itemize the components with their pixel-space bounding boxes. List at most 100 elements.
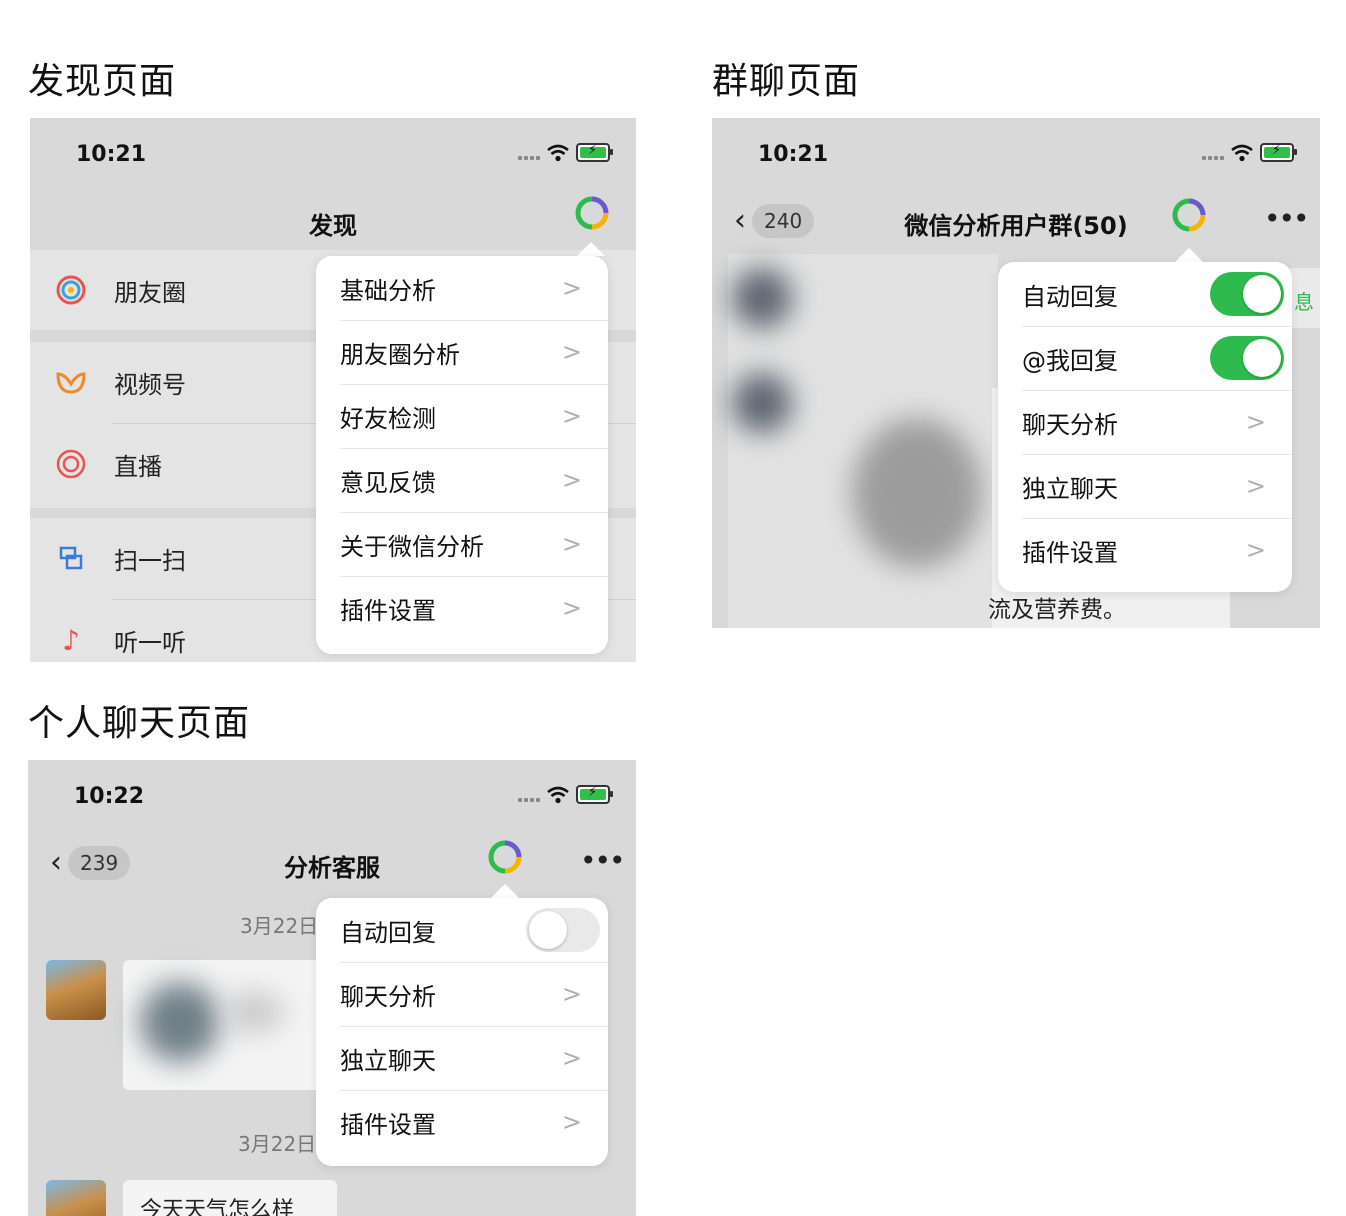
menu-item-label: 聊天分析 — [1022, 410, 1118, 439]
menu-item-label: 好友检测 — [340, 404, 436, 433]
chevron-right-icon: > — [1245, 536, 1266, 564]
menu-item-label: 自动回复 — [340, 918, 436, 947]
blurred-image — [140, 982, 220, 1062]
menu-item-feedback[interactable]: 意见反馈 > — [316, 448, 608, 512]
status-time: 10:21 — [758, 142, 829, 167]
menu-item-at-reply[interactable]: @我回复 — [998, 326, 1292, 390]
blurred-avatar — [732, 373, 792, 433]
nav-bar: ‹ 240 微信分析用户群(50) ••• — [712, 188, 1320, 250]
menu-item-chat-analysis[interactable]: 聊天分析 > — [998, 390, 1292, 454]
battery-icon: ⚡ — [1260, 143, 1297, 162]
page-title: 发现 — [309, 212, 357, 240]
discover-screenshot: 10:21 ⚡ 发现 朋友圈 视频号 直播 扫一扫 ♪ 听一听 基础分析 > 朋… — [30, 118, 636, 662]
status-bar: 10:22 ⚡ — [28, 760, 636, 830]
wifi-icon — [1231, 144, 1253, 161]
battery-icon: ⚡ — [576, 785, 613, 804]
menu-item-auto-reply[interactable]: 自动回复 — [998, 262, 1292, 326]
chevron-right-icon: > — [561, 594, 582, 622]
plugin-icon[interactable] — [575, 196, 609, 230]
more-icon[interactable]: ••• — [1264, 202, 1310, 235]
menu-item-standalone-chat[interactable]: 独立聊天 > — [998, 454, 1292, 518]
menu-item-about[interactable]: 关于微信分析 > — [316, 512, 608, 576]
chevron-right-icon: > — [561, 1044, 582, 1072]
chevron-right-icon: > — [561, 530, 582, 558]
auto-reply-toggle[interactable] — [1210, 272, 1284, 316]
menu-item-chat-analysis[interactable]: 聊天分析 > — [316, 962, 608, 1026]
signal-icon — [518, 788, 540, 802]
row-label: 扫一扫 — [114, 546, 186, 575]
discover-row-listen[interactable]: ♪ 听一听 — [30, 600, 186, 662]
menu-caret — [491, 884, 519, 898]
menu-item-label: 意见反馈 — [340, 468, 436, 497]
personal-screenshot: 10:22 ⚡ ‹ 239 分析客服 ••• 3月22日 3月22日 今天天气怎… — [28, 760, 636, 1216]
signal-icon — [518, 146, 540, 160]
status-icons: ⚡ — [518, 785, 613, 804]
auto-reply-toggle[interactable] — [526, 908, 600, 952]
wifi-icon — [547, 786, 569, 803]
nav-bar: ‹ 239 分析客服 ••• — [28, 830, 636, 892]
nav-bar: 发现 — [30, 188, 636, 250]
status-icons: ⚡ — [1202, 143, 1297, 162]
menu-caret — [577, 242, 605, 256]
discover-row-moments[interactable]: 朋友圈 — [30, 250, 186, 330]
channels-icon — [54, 365, 88, 399]
row-label: 直播 — [114, 452, 162, 481]
menu-item-label: 自动回复 — [1022, 282, 1118, 311]
signal-icon — [1202, 146, 1224, 160]
status-time: 10:21 — [76, 142, 147, 167]
menu-item-friend-check[interactable]: 好友检测 > — [316, 384, 608, 448]
chevron-right-icon: > — [561, 980, 582, 1008]
section-title-group: 群聊页面 — [712, 61, 861, 102]
status-time: 10:22 — [74, 784, 145, 809]
menu-item-label: 朋友圈分析 — [340, 340, 460, 369]
menu-item-plugin-settings[interactable]: 插件设置 > — [316, 576, 608, 640]
status-icons: ⚡ — [518, 143, 613, 162]
blurred-image — [852, 418, 982, 568]
plugin-menu: 自动回复 @我回复 聊天分析 > 独立聊天 > 插件设置 > — [998, 262, 1292, 592]
blurred-text — [224, 992, 284, 1032]
discover-row-channels[interactable]: 视频号 — [30, 342, 186, 422]
message-text: 流及营养费。 — [988, 597, 1126, 623]
menu-item-label: 独立聊天 — [1022, 474, 1118, 503]
blurred-avatar — [732, 268, 792, 328]
discover-row-scan[interactable]: 扫一扫 — [30, 518, 186, 598]
plugin-icon[interactable] — [488, 840, 522, 874]
chevron-right-icon: > — [561, 338, 582, 366]
date-label: 3月22日 — [240, 914, 319, 938]
row-label: 朋友圈 — [114, 278, 186, 307]
music-icon: ♪ — [62, 623, 80, 657]
menu-item-plugin-settings[interactable]: 插件设置 > — [998, 518, 1292, 582]
menu-item-plugin-settings[interactable]: 插件设置 > — [316, 1090, 608, 1154]
plugin-icon[interactable] — [1172, 198, 1206, 232]
avatar — [46, 1180, 106, 1216]
menu-item-label: 插件设置 — [340, 596, 436, 625]
more-icon[interactable]: ••• — [580, 844, 626, 877]
at-reply-toggle[interactable] — [1210, 336, 1284, 380]
row-label: 听一听 — [114, 628, 186, 657]
menu-item-label: 独立聊天 — [340, 1046, 436, 1075]
menu-item-label: 关于微信分析 — [340, 532, 484, 561]
plugin-menu: 基础分析 > 朋友圈分析 > 好友检测 > 意见反馈 > 关于微信分析 > 插件设置 > — [316, 256, 608, 654]
row-label: 视频号 — [114, 370, 186, 399]
chevron-right-icon: > — [1245, 408, 1266, 436]
plugin-menu: 自动回复 聊天分析 > 独立聊天 > 插件设置 > — [316, 898, 608, 1166]
group-screenshot: 10:21 ⚡ ‹ 240 微信分析用户群(50) ••• 流及营养费。 息 自… — [712, 118, 1320, 628]
chevron-right-icon: > — [561, 274, 582, 302]
menu-item-label: 插件设置 — [1022, 538, 1118, 567]
page-title: 微信分析用户群(50) — [904, 212, 1128, 240]
discover-row-live[interactable]: 直播 — [30, 424, 162, 504]
chevron-right-icon: > — [1245, 472, 1266, 500]
menu-item-standalone-chat[interactable]: 独立聊天 > — [316, 1026, 608, 1090]
menu-item-label: 基础分析 — [340, 276, 436, 305]
menu-item-moments-analysis[interactable]: 朋友圈分析 > — [316, 320, 608, 384]
message-text: 今天天气怎么样 — [140, 1198, 295, 1216]
menu-item-basic-analysis[interactable]: 基础分析 > — [316, 256, 608, 320]
wifi-icon — [547, 144, 569, 161]
chevron-right-icon: > — [561, 1108, 582, 1136]
chevron-right-icon: > — [561, 466, 582, 494]
side-text: 息 — [1294, 290, 1314, 314]
menu-item-auto-reply[interactable]: 自动回复 — [316, 898, 608, 962]
menu-item-label: 聊天分析 — [340, 982, 436, 1011]
menu-item-label: 插件设置 — [340, 1110, 436, 1139]
page-title: 分析客服 — [284, 854, 380, 882]
